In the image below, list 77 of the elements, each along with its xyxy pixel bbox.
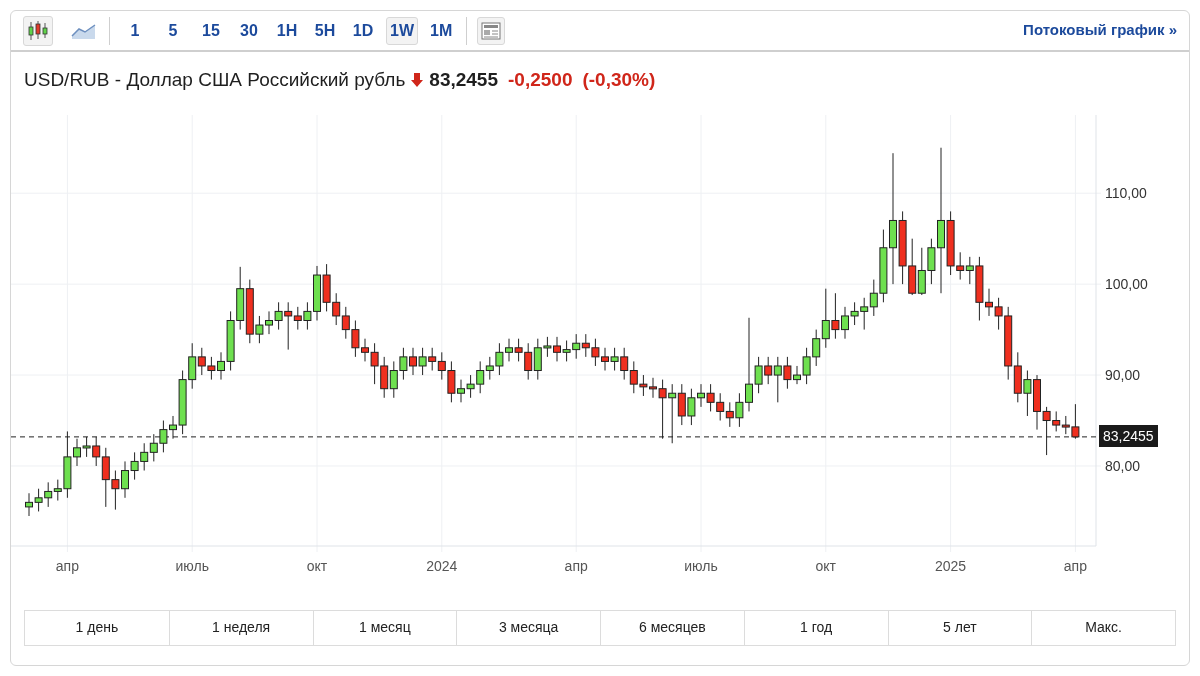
candle — [677, 383, 686, 426]
interval-button[interactable]: 1W — [386, 16, 418, 45]
candle — [908, 237, 917, 296]
candle — [1023, 369, 1032, 416]
candle — [706, 383, 715, 412]
axis-label: 80,00 — [1105, 457, 1141, 474]
price-change: -0,2500 — [508, 68, 573, 92]
candle — [860, 296, 869, 330]
range-button[interactable]: Макс. — [1031, 610, 1175, 645]
price: 83,2455 — [429, 68, 498, 92]
axis-label: 2024 — [426, 557, 458, 574]
newspaper-icon — [481, 21, 502, 40]
candle — [399, 346, 408, 380]
candle — [341, 305, 350, 339]
chart-type-button[interactable] — [23, 15, 53, 46]
price-tag: 83,2455 — [1099, 425, 1158, 448]
candle — [34, 487, 43, 512]
axis-label: 90,00 — [1105, 366, 1141, 383]
interval-button[interactable]: 1 — [120, 16, 150, 45]
percent-change: (-0,30%) — [582, 68, 656, 92]
candle — [610, 346, 619, 371]
candle — [476, 360, 485, 394]
range-button[interactable]: 1 день — [25, 610, 169, 645]
range-button[interactable]: 5 лет — [887, 610, 1032, 645]
interval-button[interactable]: 5 — [158, 16, 188, 45]
candle — [44, 481, 53, 507]
interval-button[interactable]: 1D — [348, 16, 378, 45]
candle — [572, 333, 581, 359]
candle — [389, 360, 398, 398]
candle — [562, 339, 571, 362]
candle — [495, 342, 504, 376]
range-button[interactable]: 1 неделя — [168, 610, 313, 645]
axis-label: 2025 — [935, 557, 967, 574]
range-button[interactable]: 6 месяцев — [600, 610, 744, 645]
interval-button[interactable]: 30 — [234, 16, 264, 45]
candle — [380, 355, 389, 398]
range-button[interactable]: 1 год — [743, 610, 888, 645]
axis-label: июль — [684, 557, 718, 574]
streaming-chart-link[interactable]: Потоковый график » — [1023, 19, 1177, 42]
axis-label: окт — [815, 557, 837, 574]
interval-button[interactable]: 1H — [272, 16, 302, 45]
instrument-name: USD/RUB - Доллар США Российский рубль — [24, 68, 406, 92]
interval-button[interactable]: 5H — [310, 16, 340, 45]
interval-button[interactable]: 1M — [426, 16, 457, 45]
candle — [130, 451, 139, 480]
candle — [82, 435, 91, 457]
candle — [485, 355, 494, 380]
axis-label: окт — [306, 557, 328, 574]
candle — [668, 383, 677, 444]
candle — [418, 346, 427, 376]
candle — [140, 442, 149, 471]
news-button[interactable] — [477, 16, 506, 45]
candle — [207, 355, 216, 380]
candle — [831, 292, 840, 339]
candle — [581, 333, 590, 357]
candle — [591, 337, 600, 366]
candle — [428, 346, 437, 371]
range-button[interactable]: 3 месяца — [456, 610, 600, 645]
candle — [850, 301, 859, 326]
candle — [149, 433, 158, 462]
candle — [159, 419, 168, 453]
candle — [917, 246, 926, 296]
axis-label: апр — [564, 557, 588, 574]
axis-label: 100,00 — [1105, 275, 1148, 292]
candlestick-icon — [27, 19, 49, 42]
axis-label: июль — [175, 557, 209, 574]
range-button[interactable]: 1 месяц — [312, 610, 457, 645]
candle — [466, 374, 475, 398]
axis-label: апр — [55, 557, 79, 574]
area-chart-icon — [71, 21, 97, 40]
axis-label: 110,00 — [1105, 184, 1147, 201]
interval-button[interactable]: 15 — [196, 16, 226, 45]
candle — [236, 265, 245, 330]
candle — [620, 346, 629, 380]
axis-label: апр — [1063, 557, 1087, 574]
candle — [725, 401, 734, 427]
candle — [716, 392, 725, 421]
